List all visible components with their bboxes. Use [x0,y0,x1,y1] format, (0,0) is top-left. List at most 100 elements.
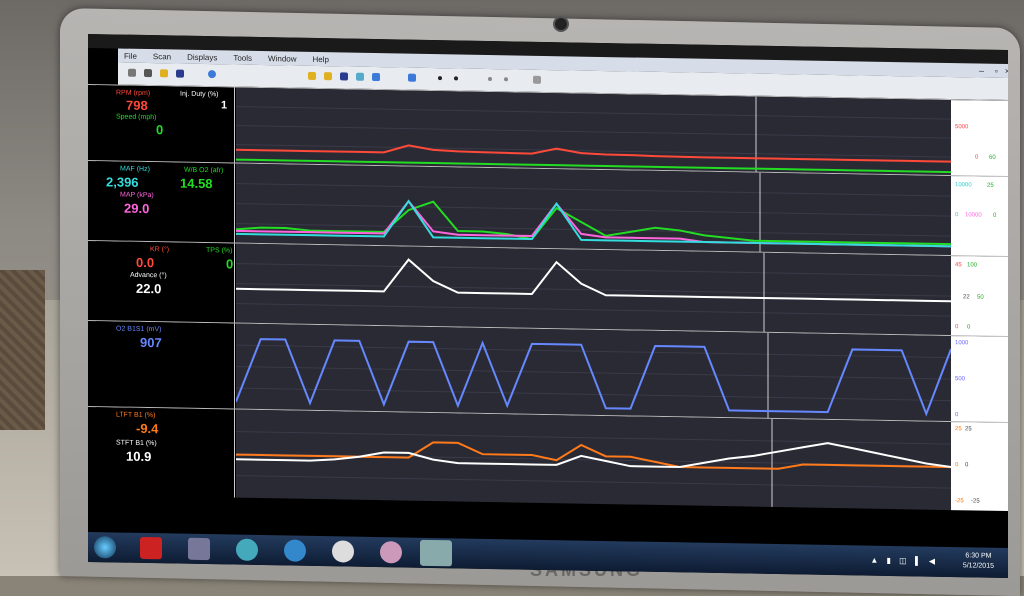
menu-tools[interactable]: Tools [233,53,252,62]
scale-o2-max: 25 [987,182,994,189]
scale-maf-min: 0 [955,212,959,219]
label-maf: MAF (Hz) [120,165,150,174]
plot-o2[interactable] [236,323,951,423]
export-icon[interactable] [372,72,380,82]
gridline [236,303,951,317]
print-icon[interactable] [356,72,364,81]
label-kr: KR (°) [150,246,170,254]
panel-maf-labels: MAF (Hz) 2,396 W/B O2 (afr) 14.58 MAP (k… [96,161,235,244]
record-icon[interactable] [454,76,458,81]
plot-knock[interactable] [236,243,951,337]
scale-stft-zero: 0 [965,462,969,469]
chrome-icon[interactable] [332,540,354,563]
scale-ltft-min: -25 [955,498,964,505]
screen: File Scan Displays Tools Window Help – ▫… [88,34,1008,579]
scale-tps-max: 100 [967,262,978,269]
value-map: 29.0 [124,200,150,217]
panel-knock-labels: KR (°) 0.0 TPS (%) 0 Advance (°) 22.0 [96,241,235,324]
check-icon[interactable] [408,73,416,82]
menu-file[interactable]: File [124,51,137,60]
label-o2: O2 B1S1 (mV) [116,325,162,334]
scale-o2-min-mv: 0 [955,412,959,419]
label-inj-duty: Inj. Duty (%) [180,90,219,99]
open-log-icon[interactable] [324,72,332,81]
start-button-icon[interactable] [94,536,116,559]
webcam [553,16,569,32]
label-stft: STFT B1 (%) [116,439,157,448]
value-advance: 22.0 [136,280,162,297]
gridline [236,203,951,217]
menu-displays[interactable]: Displays [187,52,217,62]
gridline [236,344,951,359]
panel-trim: LTFT B1 (%) -9.4 STFT B1 (%) 10.9 25 25 … [88,406,1008,512]
scale-o2-max-mv: 1000 [955,340,969,347]
tools-icon[interactable] [188,537,210,561]
chart-panels: RPM (rpm) 798 Inj. Duty (%) 1 Speed (mph… [88,84,1008,551]
menu-window[interactable]: Window [268,54,296,63]
system-clock[interactable]: 6:30 PM 5/12/2015 [963,551,994,572]
scale-kr-max: 45 [955,262,962,269]
value-inj-duty: 1 [221,99,228,112]
folder-icon[interactable] [308,71,316,80]
pause-icon[interactable] [488,76,492,82]
scale-o2: 1000 500 0 [951,336,1008,424]
value-tps: 0 [226,256,234,272]
clock-time: 6:30 PM [965,552,992,560]
gridline [236,475,951,489]
value-rpm: 798 [126,97,148,114]
browser-icon[interactable] [236,538,258,561]
scanner-app-icon[interactable] [420,539,452,567]
open-icon[interactable] [160,69,168,78]
panel-rpm-labels: RPM (rpm) 798 Inj. Duty (%) 1 Speed (mph… [96,85,235,164]
edit-icon[interactable] [144,68,152,78]
panel-trim-labels: LTFT B1 (%) -9.4 STFT B1 (%) 10.9 [96,407,235,498]
value-ltft: -9.4 [136,420,159,437]
value-o2: 907 [140,334,162,351]
plot-rpm[interactable] [236,87,951,177]
stop-icon[interactable] [438,76,442,81]
scale-maf-max: 10000 [955,182,972,189]
trace-o2-b1s1-mv [236,338,951,417]
media-player-icon[interactable] [380,541,402,564]
clock-date: 5/12/2015 [962,562,994,570]
plot-trim[interactable] [236,409,951,511]
label-advance: Advance (°) [130,271,167,280]
save-icon[interactable] [176,69,184,78]
save-log-icon[interactable] [340,72,348,81]
tray-icons[interactable]: ▲ ▮ ◫ ▌ ◀ [870,556,938,566]
label-rpm: RPM (rpm) [116,89,151,98]
scale-tps-min: 0 [967,324,971,331]
gridline [236,263,951,277]
scale-rpm-min: 0 [975,154,979,161]
close-icon[interactable]: × [1005,66,1008,76]
value-kr: 0.0 [136,254,155,271]
gridline [236,431,951,445]
play-icon[interactable] [504,77,508,82]
value-wb-o2: 14.58 [180,175,213,192]
gridline [236,125,951,139]
scale-tps-mid: 50 [977,294,984,301]
scale-rpm-max: 5000 [955,124,969,131]
menu-scan[interactable]: Scan [153,52,171,61]
label-wb-o2: W/B O2 (afr) [184,166,224,175]
plot-maf[interactable] [236,163,951,257]
scale-stft-min: -25 [971,498,980,505]
zoom-icon[interactable] [533,75,541,84]
pdf-reader-icon[interactable] [140,536,162,560]
value-stft: 10.9 [126,448,152,465]
scale-ltft-max: 25 [955,426,962,433]
minimize-icon[interactable]: – [979,66,984,76]
scale-adv-mid: 22 [963,294,970,301]
new-icon[interactable] [128,68,136,77]
panel-o2-labels: O2 B1S1 (mV) 907 [96,321,235,410]
scale-speed-max: 60 [989,154,996,161]
value-maf: 2,396 [106,174,139,190]
label-speed: Speed (mph) [116,113,157,122]
menu-help[interactable]: Help [313,54,329,63]
scale-o2-min: 0 [993,212,997,219]
scale-rpm: 5000 0 60 [951,100,1008,178]
restore-icon[interactable]: ▫ [995,66,998,76]
internet-explorer-icon[interactable] [284,539,306,562]
globe-icon[interactable] [208,70,216,79]
scale-maf: 10000 25 0 10000 0 [951,176,1008,258]
